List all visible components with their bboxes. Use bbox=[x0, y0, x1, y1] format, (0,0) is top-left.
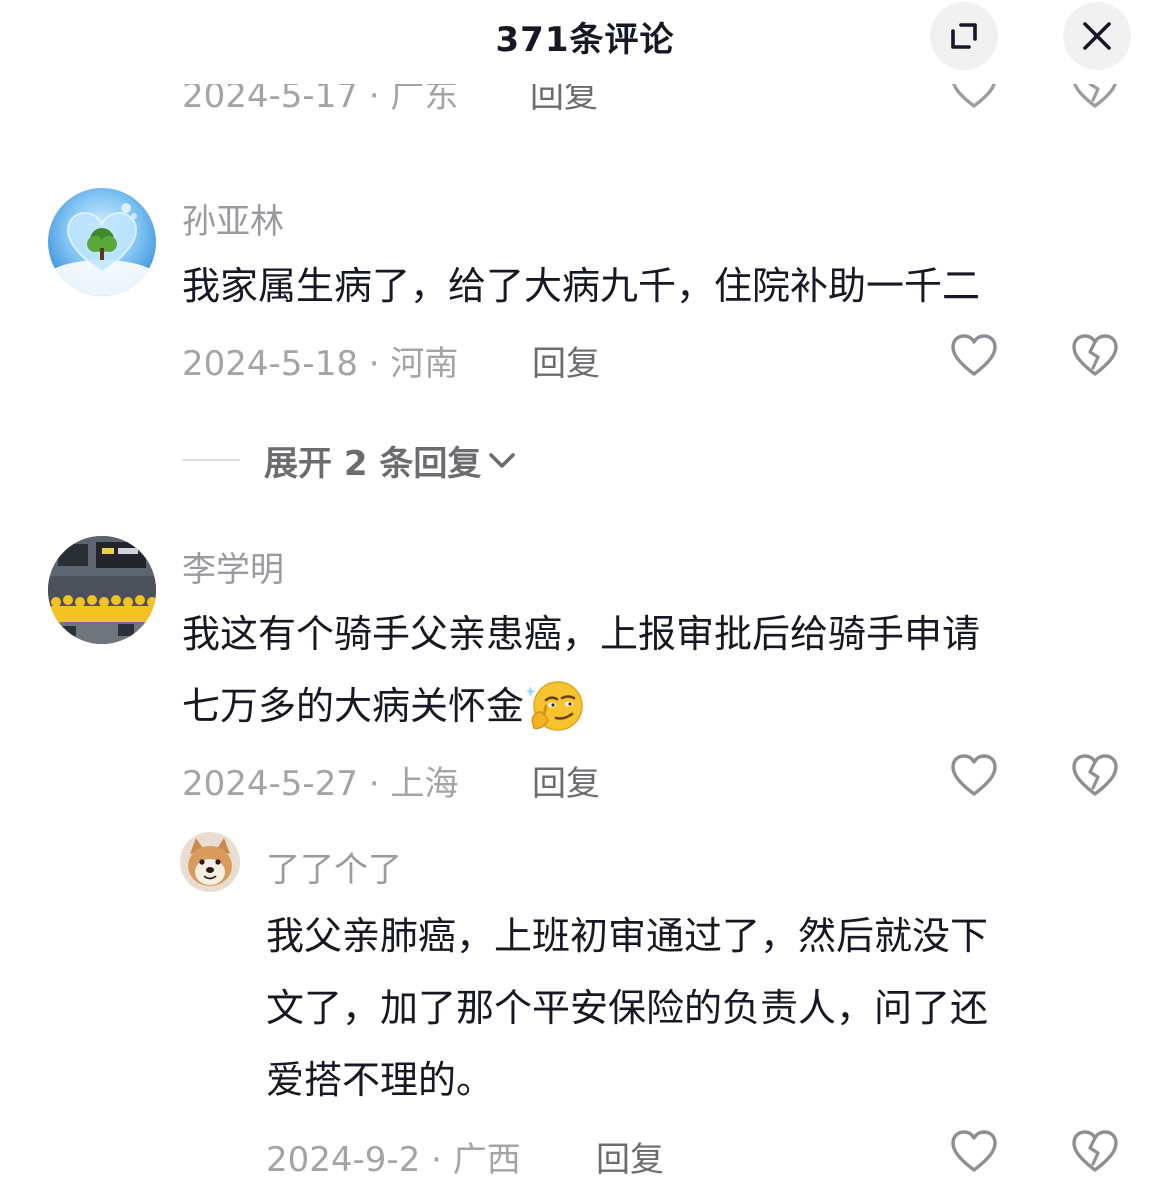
expand-divider bbox=[182, 459, 240, 461]
comments-header: 371条评论 bbox=[0, 0, 1170, 84]
reply-text: 文了，加了那个平安保险的负责人，问了还 bbox=[266, 986, 989, 1030]
chevron-down-icon bbox=[489, 453, 516, 468]
expand-replies-label: 展开 2 条回复 bbox=[264, 443, 482, 484]
close-button[interactable] bbox=[1063, 2, 1131, 70]
reply-button[interactable]: 回复 bbox=[532, 756, 600, 805]
reply-meta: 2024-9-2 · 广西 bbox=[266, 1140, 521, 1180]
expand-replies-button[interactable]: 展开 2 条回复 bbox=[182, 436, 519, 484]
reply-text: 爱搭不理的。 bbox=[266, 1058, 495, 1102]
user-avatar[interactable] bbox=[48, 536, 156, 644]
reply-username[interactable]: 了了个了 bbox=[266, 842, 402, 891]
comment-text: 我家属生病了，给了大病九千，住院补助一千二 bbox=[182, 264, 981, 308]
thinking-smirk-emoji bbox=[526, 680, 583, 731]
heart-outline-icon[interactable] bbox=[948, 1126, 1000, 1178]
user-avatar[interactable] bbox=[48, 188, 156, 296]
shiba-dog-avatar bbox=[180, 832, 240, 892]
comment-text: 我这有个骑手父亲患癌，上报审批后给骑手申请 bbox=[182, 612, 981, 656]
heart-outline-icon[interactable] bbox=[948, 330, 1000, 382]
reply-button[interactable]: 回复 bbox=[532, 336, 600, 385]
reply-button[interactable]: 回复 bbox=[596, 1132, 664, 1181]
heart-tree-avatar bbox=[48, 188, 156, 296]
expand-icon bbox=[951, 23, 977, 49]
comment-username[interactable]: 孙亚林 bbox=[182, 194, 284, 243]
heart-outline-icon[interactable] bbox=[948, 750, 1000, 802]
close-icon bbox=[1083, 22, 1111, 50]
user-avatar[interactable] bbox=[180, 832, 240, 892]
comment-text-line: 七万多的大病关怀金 bbox=[182, 670, 584, 742]
reply-text: 我父亲肺癌，上班初审通过了，然后就没下 bbox=[266, 914, 989, 958]
broken-heart-icon[interactable] bbox=[1069, 1126, 1121, 1178]
comment-text-line-2: 七万多的大病关怀金 bbox=[182, 684, 525, 728]
comment-username[interactable]: 李学明 bbox=[182, 542, 284, 591]
broken-heart-icon[interactable] bbox=[1069, 750, 1121, 802]
broken-heart-icon[interactable] bbox=[1069, 330, 1121, 382]
expand-button[interactable] bbox=[930, 2, 998, 70]
riders-group-avatar bbox=[48, 536, 156, 644]
comment-meta: 2024-5-27 · 上海 bbox=[182, 764, 459, 804]
comment-meta: 2024-5-18 · 河南 bbox=[182, 344, 459, 384]
partial-comment-row: 2024-5-17 · 广东 回复 bbox=[0, 78, 1170, 122]
